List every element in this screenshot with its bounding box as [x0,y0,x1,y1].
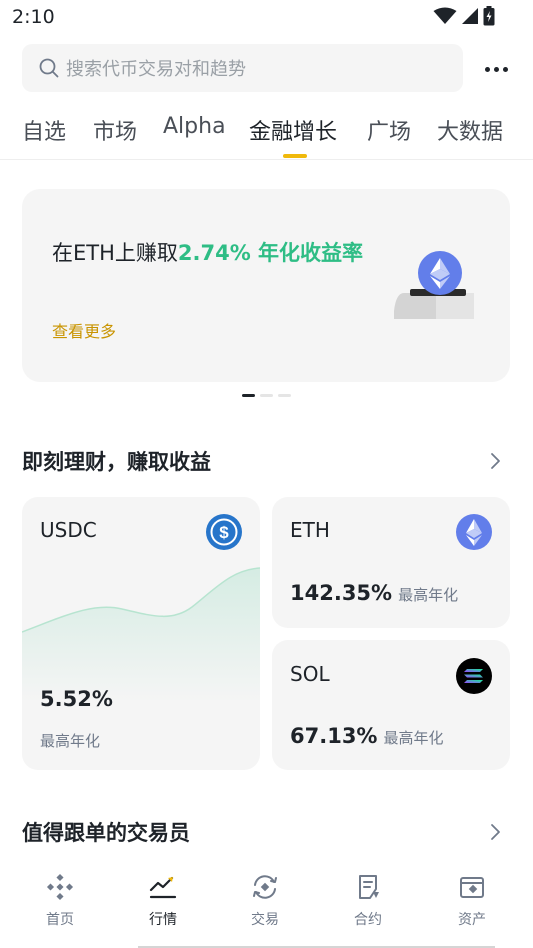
nav-home[interactable]: 首页 [30,872,90,929]
active-tab-indicator [283,154,307,158]
more-dot [484,66,490,72]
earn-section-chevron-right-icon[interactable] [485,451,505,471]
more-options-button[interactable] [475,54,517,84]
nav-label: 交易 [251,912,279,928]
product-card-usdc[interactable]: USDC $ 5.52% 最高年化 [22,497,260,770]
bottom-nav: 首页 行情 交易 合约 资产 [0,858,533,948]
usdc-coin-icon: $ [206,514,242,550]
product-rate-row: 67.13% 最高年化 [290,724,443,748]
status-bar: 2:10 [0,0,533,36]
tab-square[interactable]: 广场 [367,114,411,146]
nav-label: 首页 [46,912,74,928]
product-rate-label: 最高年化 [40,732,101,750]
contract-document-icon [353,872,383,902]
usdc-trend-chart [22,567,260,702]
traders-section-chevron-right-icon[interactable] [485,822,505,842]
product-rate-row: 142.35% 最高年化 [290,581,458,605]
battery-icon [483,6,495,30]
nav-label: 行情 [149,912,177,928]
product-card-sol[interactable]: SOL 67.13% 最高年化 [272,640,510,770]
trade-exchange-icon [250,872,280,902]
banner-title-highlight: 2.74% 年化收益率 [177,241,364,265]
banner-pager [242,394,291,397]
product-rate: 5.52% [40,687,113,711]
search-icon [38,57,60,79]
product-name: ETH [290,518,330,542]
eth-coin-icon [456,514,492,550]
pager-dot [260,394,273,397]
tab-market[interactable]: 市场 [93,114,137,146]
traders-section-title: 值得跟单的交易员 [22,821,190,845]
nav-futures[interactable]: 合约 [338,872,398,929]
eth-deposit-illustration [392,251,476,329]
nav-trade[interactable]: 交易 [235,872,295,929]
more-dot [493,66,499,72]
product-rate-label: 最高年化 [383,729,444,747]
wallet-icon [457,872,487,902]
product-card-eth[interactable]: ETH 142.35% 最高年化 [272,497,510,628]
sol-coin-icon [456,658,492,694]
category-tabs: 自选 市场 Alpha 金融增长 广场 大数据 [0,108,533,160]
pager-dot-active [242,394,255,397]
search-placeholder: 搜索代币交易对和趋势 [66,59,246,80]
product-name: SOL [290,662,330,686]
status-icons [433,6,495,30]
product-rate: 142.35% [290,581,393,605]
wifi-icon [433,7,457,29]
banner-title: 在ETH上赚取2.74% 年化收益率 [52,232,372,274]
tab-alpha[interactable]: Alpha [163,114,226,139]
search-row: 搜索代币交易对和趋势 [0,44,533,92]
earn-section-title: 即刻理财，赚取收益 [22,450,211,474]
binance-logo-icon [45,872,75,902]
product-name: USDC [40,518,97,542]
nav-assets[interactable]: 资产 [442,872,502,929]
banner-see-more-link[interactable]: 查看更多 [52,318,116,342]
tab-watchlist[interactable]: 自选 [22,114,66,146]
nav-markets[interactable]: 行情 [133,872,193,929]
tab-big-data[interactable]: 大数据 [437,114,503,146]
trend-chart-icon [148,872,178,902]
nav-label: 资产 [458,912,486,928]
nav-label: 合约 [354,912,382,928]
more-dot [502,66,508,72]
product-rate-label: 最高年化 [398,586,459,604]
pager-dot [278,394,291,397]
search-input[interactable]: 搜索代币交易对和趋势 [22,44,463,92]
tab-finance-growth[interactable]: 金融增长 [249,114,337,146]
svg-text:$: $ [219,523,229,542]
banner-title-prefix: 在ETH上赚取 [52,241,178,265]
status-time: 2:10 [12,6,55,28]
signal-icon [461,7,479,29]
product-rate: 67.13% [290,724,378,748]
promo-banner[interactable]: 在ETH上赚取2.74% 年化收益率 查看更多 [22,189,510,382]
